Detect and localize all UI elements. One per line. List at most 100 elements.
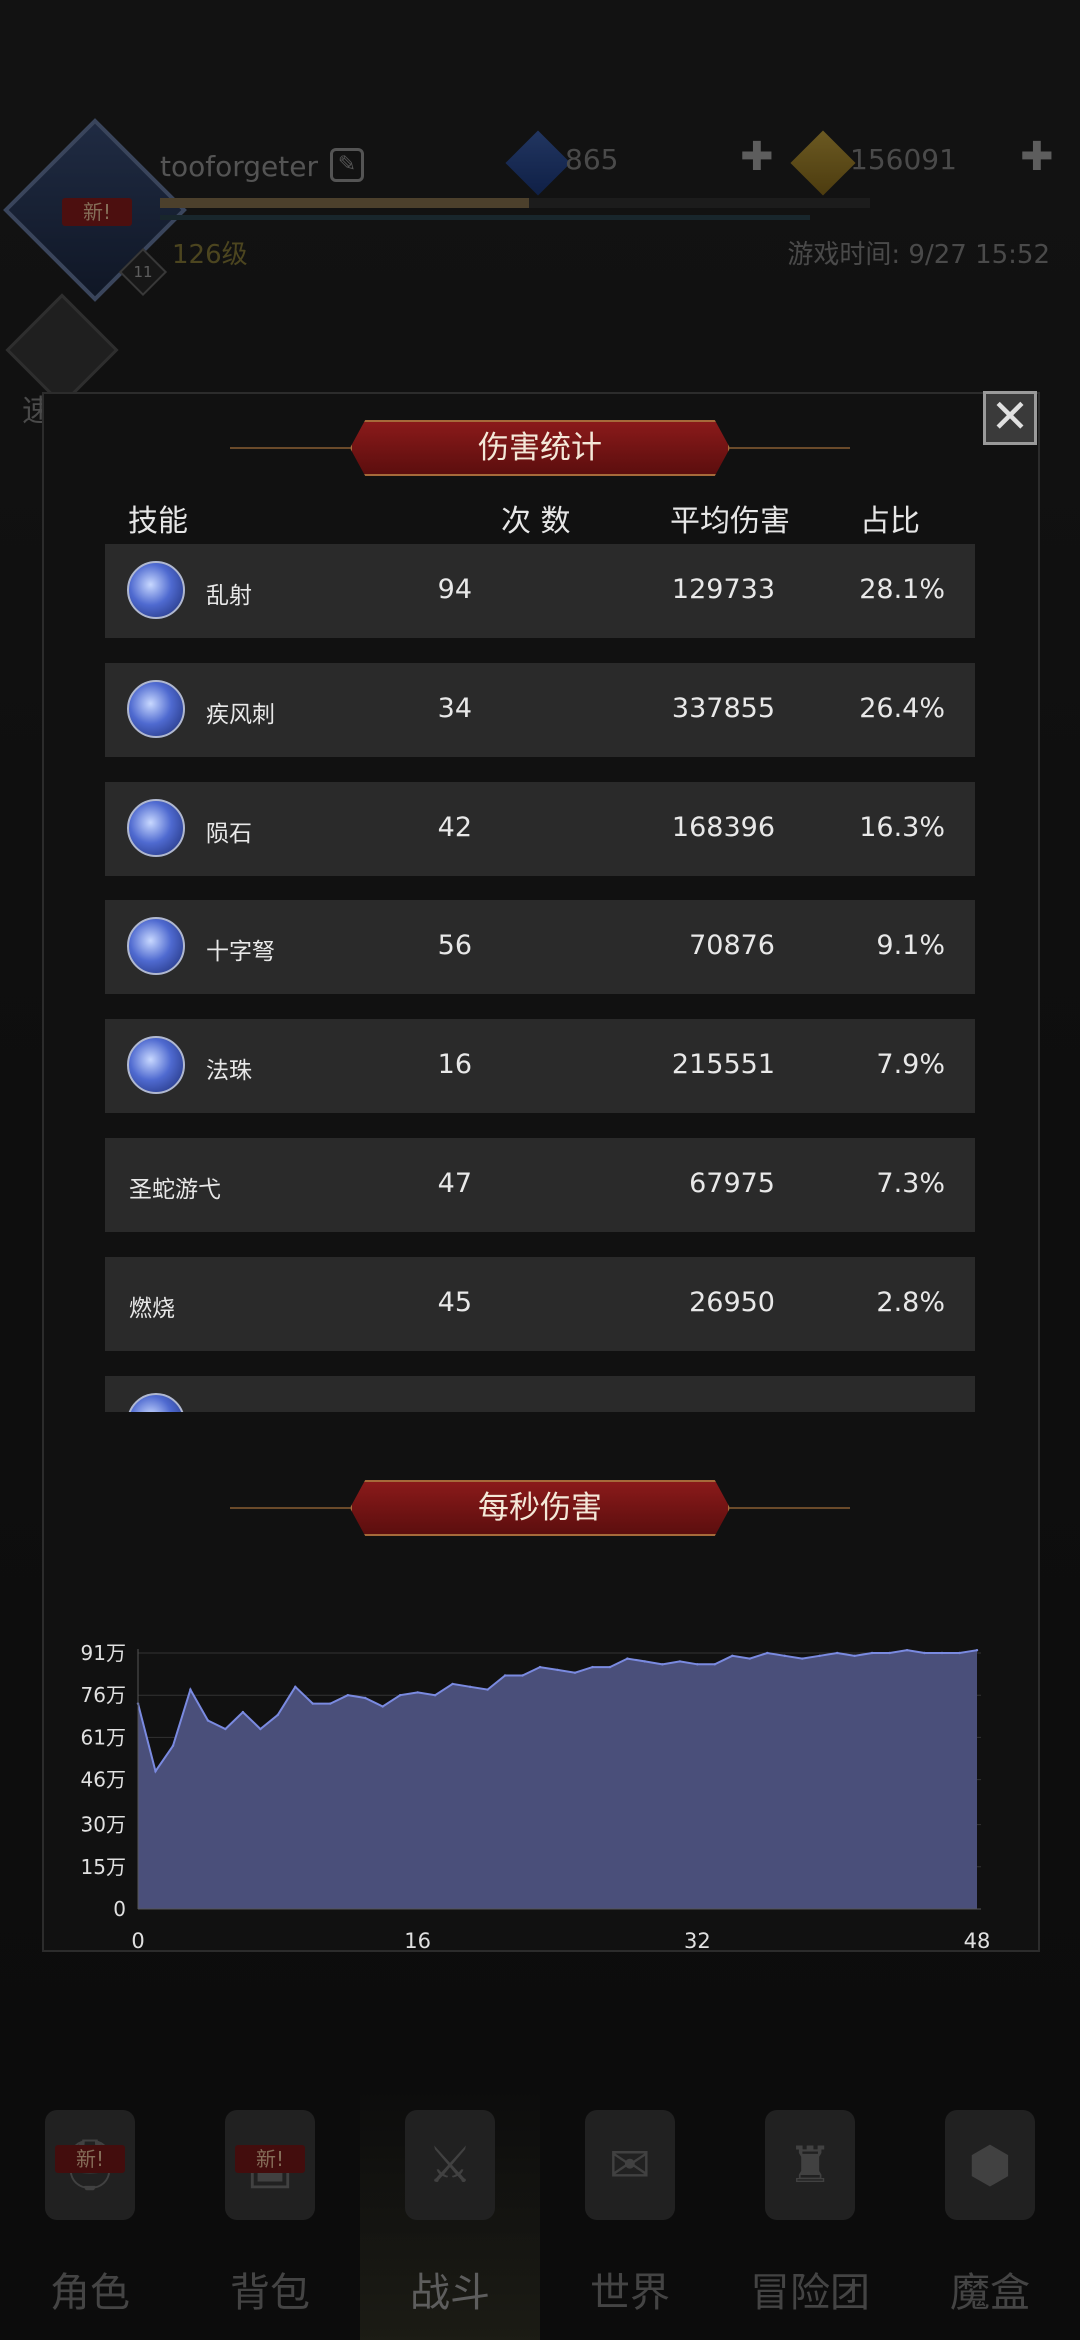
dps-point: [206, 1719, 210, 1722]
dps-point: [364, 1696, 367, 1700]
skill-ratio: 16.3%: [859, 812, 945, 843]
dps-point: [923, 1651, 926, 1655]
skill-avg-damage: 70876: [689, 930, 775, 961]
skill-count: 16: [437, 1049, 472, 1080]
skill-ratio: 2.8%: [876, 1287, 945, 1318]
dps-point: [678, 1660, 682, 1663]
y-tick-label: 76万: [81, 1683, 126, 1707]
skill-ratio: 7.9%: [876, 1049, 945, 1080]
dps-point: [433, 1694, 437, 1697]
table-header: 技能 次 数 平均伤害 占比: [128, 496, 968, 539]
skill-name: 圣蛇游弋: [129, 1177, 221, 1203]
y-tick-label: 15万: [81, 1855, 126, 1879]
x-tick-label: 32: [684, 1929, 711, 1953]
skill-avg-damage: 26950: [689, 1287, 775, 1318]
dps-point: [766, 1651, 769, 1655]
dps-point: [888, 1651, 891, 1655]
skill-ratio: 7.3%: [876, 1168, 945, 1199]
skill-count: 42: [437, 812, 472, 843]
skill-ratio: 28.1%: [859, 574, 945, 605]
dps-point: [346, 1694, 349, 1697]
dps-point: [836, 1651, 839, 1655]
dps-point: [591, 1665, 594, 1669]
y-tick-label: 91万: [81, 1641, 126, 1665]
close-button[interactable]: ✕: [983, 391, 1037, 445]
dps-point: [853, 1654, 856, 1657]
dps-point: [311, 1702, 314, 1705]
dps-point: [958, 1651, 961, 1655]
skill-name: 陨石: [206, 821, 252, 847]
y-tick-label: 30万: [81, 1813, 126, 1837]
meteor-icon: [127, 799, 185, 857]
y-tick-label: 0: [113, 1897, 126, 1921]
dps-title: 每秒伤害: [350, 1480, 730, 1536]
dps-point: [643, 1660, 647, 1663]
dps-point: [573, 1671, 577, 1674]
skill-name: 乱射: [206, 583, 252, 609]
skill-count: 34: [437, 693, 472, 724]
dps-point: [486, 1688, 489, 1691]
dps-point: [538, 1665, 542, 1669]
dps-point: [696, 1663, 699, 1666]
dps-point: [468, 1685, 472, 1688]
skill-row[interactable]: 法珠 16 215551 7.9%: [105, 1019, 975, 1113]
skill-ratio: 9.1%: [876, 930, 945, 961]
skill-count: 94: [437, 574, 472, 605]
dps-point: [731, 1654, 734, 1657]
damage-stats-header: 伤害统计: [230, 420, 850, 476]
dps-chart-svg: 0 15万 30万 46万 61万 76万 91万 0 16 32 48: [81, 1641, 991, 1953]
gale-thrust-icon: [127, 680, 185, 738]
skill-avg-damage: 168396: [671, 812, 775, 843]
dps-point: [556, 1668, 559, 1672]
dps-point: [870, 1651, 874, 1655]
skill-name: 法珠: [206, 1058, 252, 1084]
skill-name: 燃烧: [129, 1296, 175, 1322]
skill-row[interactable]: 乱射 94 129733 28.1%: [105, 544, 975, 638]
skill-row[interactable]: [105, 1376, 975, 1412]
dps-point: [503, 1674, 507, 1677]
skill-count: 47: [437, 1168, 472, 1199]
dps-point: [416, 1691, 419, 1694]
skill-row[interactable]: 燃烧 45 26950 2.8%: [105, 1257, 975, 1351]
dps-area: [138, 1650, 977, 1909]
skill-row[interactable]: 疾风刺 34 337855 26.4%: [105, 663, 975, 757]
dps-point: [748, 1657, 751, 1660]
skill-count: 45: [437, 1287, 472, 1318]
dps-point: [940, 1651, 944, 1655]
dps-point: [801, 1657, 804, 1660]
skill-row[interactable]: 圣蛇游弋 47 67975 7.3%: [105, 1138, 975, 1232]
dps-point: [224, 1727, 227, 1731]
skill-ratio: 26.4%: [859, 693, 945, 724]
dps-point: [451, 1682, 454, 1686]
dps-point: [783, 1654, 786, 1657]
magic-orb-icon: [127, 1036, 185, 1094]
skill-avg-damage: 337855: [671, 693, 775, 724]
skill-row[interactable]: 陨石 42 168396 16.3%: [105, 782, 975, 876]
dps-point: [189, 1688, 192, 1691]
skill-avg-damage: 129733: [671, 574, 775, 605]
column-avg-damage: 平均伤害: [670, 504, 790, 539]
dps-point: [171, 1744, 175, 1747]
partial-skill-icon: [127, 1393, 185, 1412]
dps-point: [294, 1685, 297, 1688]
dps-point: [399, 1694, 402, 1697]
dps-point: [608, 1665, 612, 1669]
x-tick-label: 48: [964, 1929, 991, 1953]
dps-point: [521, 1674, 524, 1677]
y-tick-label: 46万: [81, 1768, 126, 1792]
dps-point: [154, 1770, 157, 1773]
dps-point: [276, 1713, 279, 1717]
dps-point: [818, 1654, 821, 1657]
skill-avg-damage: 215551: [671, 1049, 775, 1080]
dps-chart: 0 15万 30万 46万 61万 76万 91万 0 16 32 48: [60, 1625, 1020, 1965]
damage-stats-title: 伤害统计: [350, 420, 730, 476]
skill-list[interactable]: 乱射 94 129733 28.1% 疾风刺 34 337855 26.4% 陨石 42 16839…: [105, 544, 975, 1412]
crossbow-icon: [127, 917, 185, 975]
skill-avg-damage: 67975: [689, 1168, 775, 1199]
skill-name: 疾风刺: [206, 702, 275, 728]
dps-point: [905, 1649, 909, 1652]
skill-name: 十字弩: [206, 939, 275, 965]
dps-point: [241, 1710, 245, 1714]
x-tick-label: 0: [131, 1929, 144, 1953]
skill-row[interactable]: 十字弩 56 70876 9.1%: [105, 900, 975, 994]
